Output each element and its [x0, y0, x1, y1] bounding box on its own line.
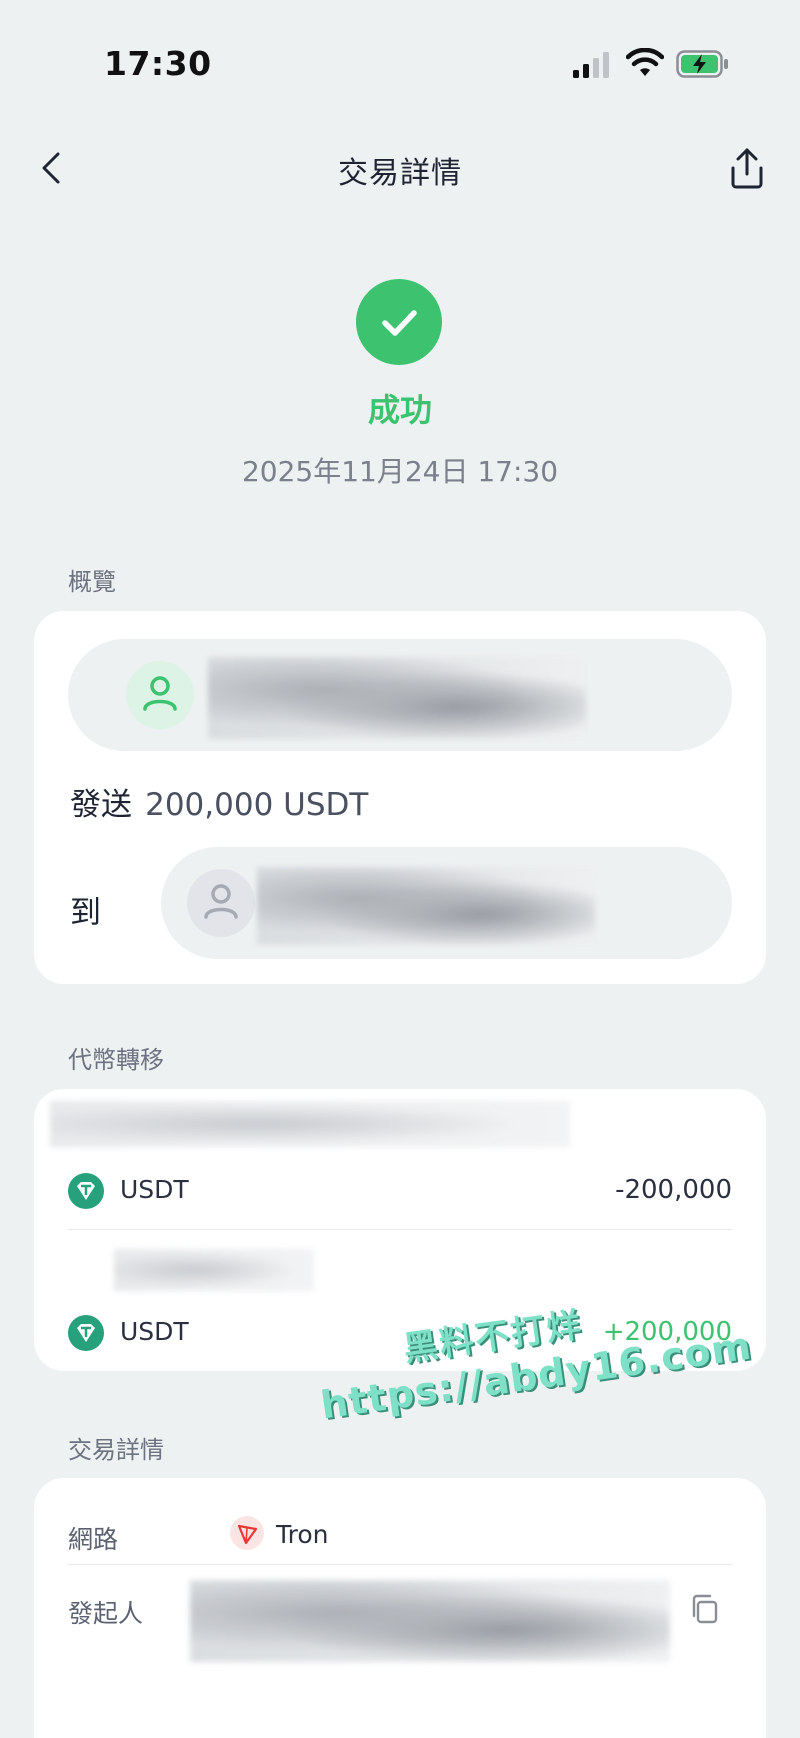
user-icon: [204, 884, 238, 919]
overview-section-label: 概覽: [68, 568, 116, 596]
user-icon: [143, 676, 177, 711]
network-name: Tron: [276, 1520, 329, 1549]
details-section-label: 交易詳情: [68, 1436, 164, 1464]
success-badge: [356, 279, 442, 365]
share-button[interactable]: [728, 146, 766, 190]
redacted-recipient-address: [257, 867, 595, 945]
details-card: 網路 Tron 發起人: [34, 1478, 766, 1738]
recipient-address-pill[interactable]: [161, 847, 732, 959]
wifi-icon: [626, 48, 664, 76]
redacted-to-address: [114, 1249, 314, 1291]
to-label: 到: [70, 895, 101, 931]
divider: [68, 1229, 732, 1230]
network-label: 網路: [68, 1525, 119, 1554]
recipient-avatar: [187, 869, 255, 937]
signal-icon: [573, 52, 609, 78]
redacted-initiator-address: [190, 1580, 670, 1662]
token-transfer-section-label: 代幣轉移: [68, 1046, 164, 1074]
sender-avatar: [126, 661, 194, 729]
redacted-sender-address: [208, 657, 586, 739]
token-name: USDT: [120, 1175, 189, 1204]
divider: [68, 1564, 732, 1565]
copy-icon[interactable]: [688, 1592, 722, 1626]
sender-address-pill[interactable]: [68, 639, 732, 751]
token-name: USDT: [120, 1317, 189, 1346]
tether-icon: [68, 1173, 104, 1209]
send-row: 發送 200,000 USDT: [70, 779, 368, 824]
redacted-from-address: [50, 1101, 570, 1147]
initiator-label: 發起人: [68, 1599, 144, 1628]
send-amount: 200,000 USDT: [145, 787, 369, 823]
token-amount-negative: -200,000: [615, 1175, 732, 1205]
transaction-datetime: 2025年11月24日 17:30: [241, 455, 559, 488]
status-time: 17:30: [104, 44, 212, 83]
check-icon: [382, 310, 417, 336]
overview-card: 發送 200,000 USDT 到: [34, 611, 766, 984]
token-row[interactable]: USDT -200,000: [68, 1169, 732, 1215]
tron-icon: [230, 1516, 264, 1550]
status-label: 成功: [367, 391, 432, 429]
page-title: 交易詳情: [338, 156, 462, 191]
battery-charging-icon: [676, 50, 728, 78]
send-label: 發送: [70, 787, 132, 823]
tether-icon: [68, 1315, 104, 1351]
